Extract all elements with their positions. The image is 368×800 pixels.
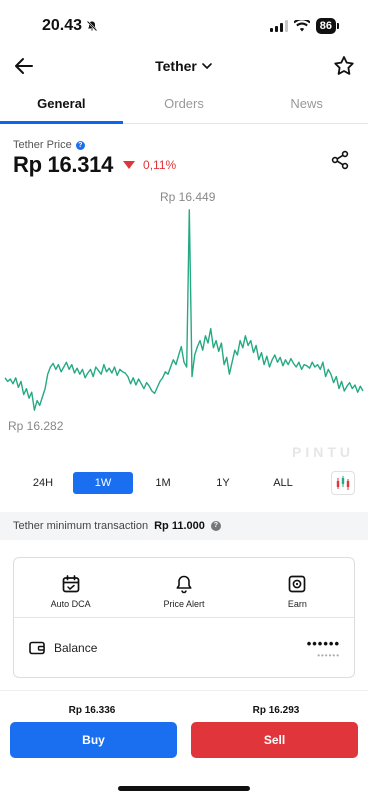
favorite-star-icon[interactable] [332,54,356,78]
help-icon[interactable]: ? [210,521,221,531]
price-row: Rp 16.314 0,11% [13,152,176,178]
current-price: Rp 16.314 [13,152,114,177]
wifi-icon [293,20,310,32]
candlestick-toggle[interactable] [331,471,355,495]
page-title: Tether [155,58,197,74]
app-header: Tether [0,48,368,86]
share-icon[interactable] [330,150,350,170]
price-alert-label: Price Alert [163,599,205,609]
status-bar: 20.43 86 [0,0,368,48]
trade-bar: Rp 16.336 Rp 16.293 Buy Sell [0,690,368,800]
home-indicator[interactable] [118,786,250,791]
balance-masked-value: •••••• [306,636,340,651]
price-label: Tether Price ? [13,139,85,151]
earn-label: Earn [287,599,307,609]
battery-indicator: 86 [315,18,340,34]
chart-high-label: Rp 16.449 [160,190,216,204]
clock-text: 20.43 [42,17,83,34]
range-1w[interactable]: 1W [73,472,133,494]
earn-button[interactable]: Earn [241,558,354,617]
price-alert-button[interactable]: Price Alert [127,558,240,617]
buy-button[interactable]: Buy [10,722,177,758]
quick-actions: Auto DCA Price Alert Earn [14,558,354,618]
buy-price: Rp 16.336 [68,705,116,716]
range-1y[interactable]: 1Y [193,472,253,494]
price-label-text: Tether Price [13,139,72,151]
bell-icon [176,575,192,594]
range-24h[interactable]: 24H [13,472,73,494]
min-transaction-value: Rp 11.000 [154,520,205,532]
range-all[interactable]: ALL [253,472,313,494]
pintu-watermark: PINTU [292,444,354,460]
sell-button[interactable]: Sell [191,722,358,758]
safe-icon [288,575,306,593]
auto-dca-label: Auto DCA [50,599,91,609]
range-1m[interactable]: 1M [133,472,193,494]
balance-row[interactable]: Balance •••••• •••••• [14,618,354,678]
down-triangle-icon [123,161,136,169]
sell-price: Rp 16.293 [252,705,300,716]
tab-bar: General Orders News [0,86,368,124]
balance-label: Balance [54,641,98,655]
mute-bell-icon [86,20,98,32]
calendar-icon [62,575,80,593]
signal-icon [269,20,288,32]
price-change: 0,11% [123,158,176,172]
status-time: 20.43 [42,17,98,35]
range-selector: 24H 1W 1M 1Y ALL [13,471,355,495]
candlestick-icon [336,476,350,490]
balance-values: •••••• •••••• [307,636,340,660]
actions-card: Auto DCA Price Alert Earn Balance •••••• [13,557,355,678]
wallet-icon [29,641,45,655]
tab-general[interactable]: General [0,86,123,124]
asset-selector[interactable]: Tether [0,58,368,74]
price-line [4,209,364,411]
balance-masked-subvalue: •••••• [317,651,340,660]
min-transaction-bar: Tether minimum transaction Rp 11.000 ? [0,512,368,540]
info-icon[interactable]: ? [75,140,85,150]
trade-buttons: Buy Sell [0,722,368,758]
chart-low-label: Rp 16.282 [8,419,64,433]
tab-news[interactable]: News [245,86,368,123]
min-transaction-label: Tether minimum transaction [13,520,149,532]
trade-prices: Rp 16.336 Rp 16.293 [0,705,368,716]
price-change-percent: 0,11% [143,158,177,172]
tab-orders[interactable]: Orders [123,86,246,123]
auto-dca-button[interactable]: Auto DCA [14,558,127,617]
chevron-down-icon [202,63,212,69]
